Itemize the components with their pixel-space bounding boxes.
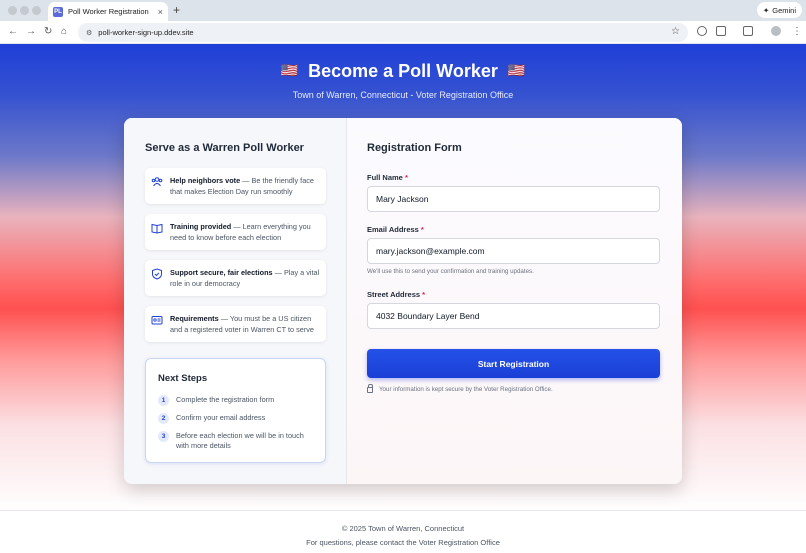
menu-kebab-icon[interactable]: ⋮ [792,26,802,38]
benefit-card: Help neighbors vote — Be the friendly fa… [145,168,326,204]
step-text: Complete the registration form [176,395,275,404]
window-zoom-button[interactable] [32,6,41,15]
book-icon [151,222,163,234]
chat-icon[interactable] [697,26,707,36]
window-minimize-button[interactable] [20,6,29,15]
tab-close-icon[interactable]: × [158,7,163,17]
next-steps-title: Next Steps [158,373,208,384]
page-footer: © 2025 Town of Warren, Connecticut For q… [0,510,806,553]
tab-title: Poll Worker Registration [68,7,149,16]
page-subtitle: Town of Warren, Connecticut - Voter Regi… [292,90,514,100]
id-card-icon [151,314,163,326]
form-panel: Registration Form Full Name * Email Addr… [347,118,682,484]
site-settings-icon[interactable]: ⚙ [86,29,92,37]
browser-tab-bar: PL Poll Worker Registration × + ✦ Gemini [0,0,806,21]
list-item: 1 Complete the registration form [158,395,316,406]
us-flag-icon: 🇺🇸 [280,62,299,78]
step-text: Confirm your email address [176,413,266,422]
extensions-icon[interactable] [716,26,726,36]
footer-contact: For questions, please contact the Voter … [306,538,500,547]
benefit-card: Support secure, fair elections — Play a … [145,260,326,296]
hero-title: 🇺🇸 Become a Poll Worker 🇺🇸 [0,61,806,82]
next-steps-box: Next Steps 1 Complete the registration f… [145,358,326,463]
shield-icon [151,268,163,280]
start-registration-button[interactable]: Start Registration [367,349,660,378]
forward-arrow-icon[interactable]: → [26,26,36,38]
reload-icon[interactable]: ↻ [44,26,52,38]
step-number: 2 [158,413,169,424]
step-number: 3 [158,431,169,442]
info-panel: Serve as a Warren Poll Worker Help neigh… [124,118,347,484]
security-note-text: Your information is kept secure by the V… [379,386,553,393]
address-label: Street Address * [367,290,426,299]
favicon-icon: PL [53,6,63,17]
browser-tab[interactable]: PL Poll Worker Registration × [48,2,168,21]
url-text: poll-worker-sign-up.ddev.site [98,28,194,37]
benefit-text: Requirements — You must be a US citizen … [170,314,314,334]
people-icon [151,176,163,188]
security-note: Your information is kept secure by the V… [367,383,553,393]
lock-icon [367,383,373,393]
window-close-button[interactable] [8,6,17,15]
benefit-text: Training provided — Learn everything you… [170,222,311,242]
step-number: 1 [158,395,169,406]
back-arrow-icon[interactable]: ← [8,26,18,38]
benefit-text: Help neighbors vote — Be the friendly fa… [170,176,314,196]
list-item: 2 Confirm your email address [158,413,316,424]
full-name-field[interactable] [367,186,660,212]
list-item: 3 Before each election we will be in tou… [158,431,316,451]
gemini-label: Gemini [772,5,796,15]
benefit-text: Support secure, fair elections — Play a … [170,268,320,288]
page-title: Become a Poll Worker [308,61,498,81]
registration-card: Serve as a Warren Poll Worker Help neigh… [124,118,682,484]
email-label: Email Address * [367,225,424,234]
us-flag-icon: 🇺🇸 [507,62,526,78]
page-background: 🇺🇸 Become a Poll Worker 🇺🇸 Town of Warre… [0,44,806,553]
street-address-field[interactable] [367,303,660,329]
new-tab-icon[interactable]: + [173,3,180,17]
step-text: Before each election we will be in touch… [176,431,304,450]
gemini-button[interactable]: ✦ Gemini [756,2,802,18]
email-field[interactable] [367,238,660,264]
home-icon[interactable]: ⌂ [61,26,67,38]
footer-copyright: © 2025 Town of Warren, Connecticut [341,524,465,533]
info-title: Serve as a Warren Poll Worker [145,142,304,154]
profile-avatar[interactable] [771,26,781,36]
side-panel-icon[interactable] [743,26,753,36]
address-bar[interactable]: ⚙ poll-worker-sign-up.ddev.site ☆ [78,23,688,42]
benefit-card: Requirements — You must be a US citizen … [145,306,326,342]
email-hint: We'll use this to send your confirmation… [367,268,534,275]
benefit-card: Training provided — Learn everything you… [145,214,326,250]
browser-toolbar: ← → ↻ ⌂ ⚙ poll-worker-sign-up.ddev.site … [0,21,806,44]
sparkle-icon: ✦ [762,5,770,15]
bookmark-star-icon[interactable]: ☆ [671,26,680,37]
form-title: Registration Form [367,142,462,154]
full-name-label: Full Name * [367,173,408,182]
